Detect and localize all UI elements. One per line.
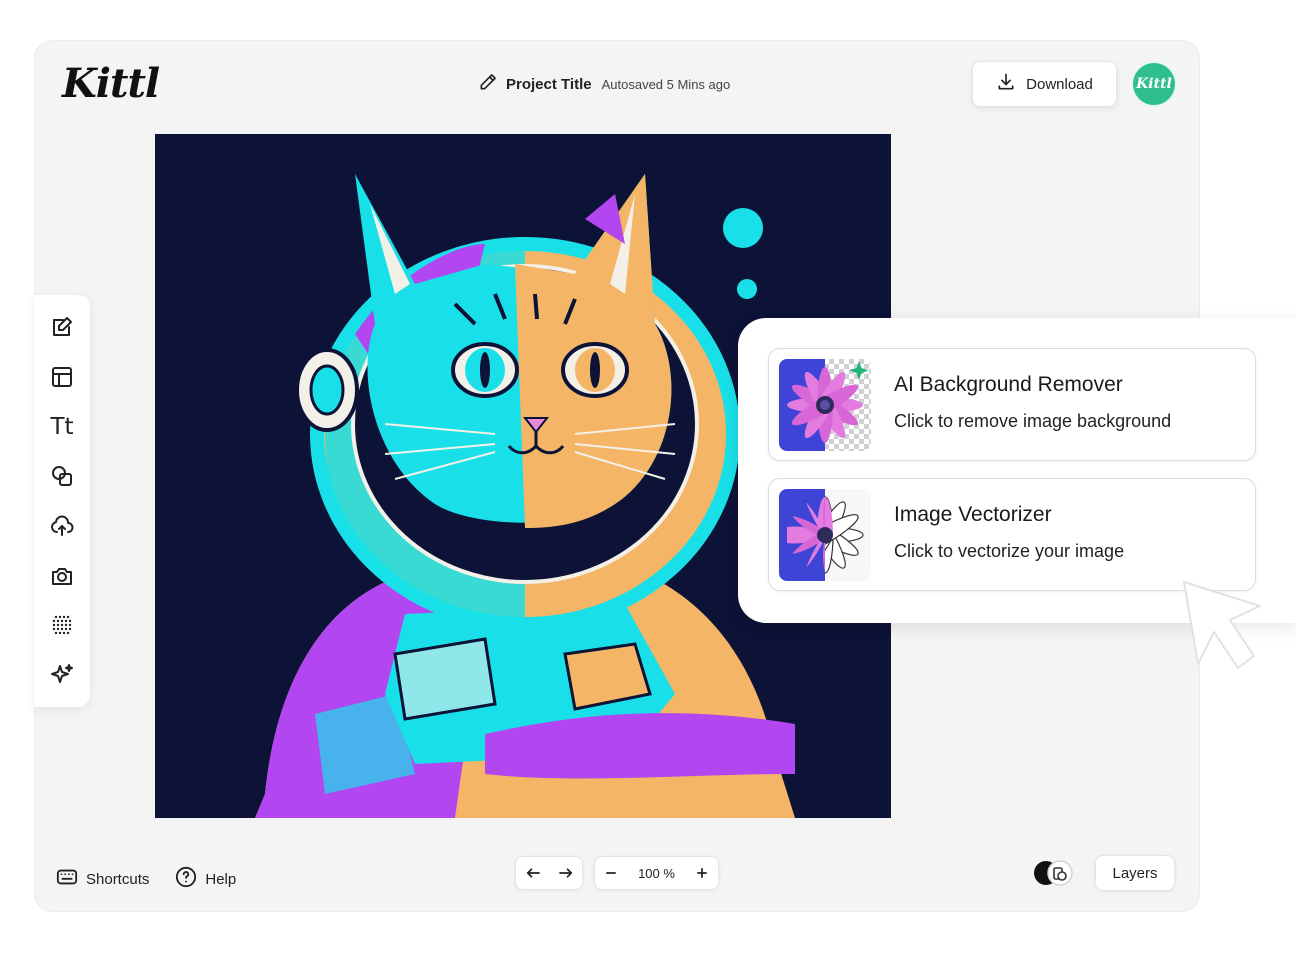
footer-left: Shortcuts Help xyxy=(56,866,236,892)
layers-button[interactable]: Layers xyxy=(1095,855,1175,891)
minus-icon xyxy=(605,872,616,874)
mouse-pointer-icon xyxy=(1183,581,1261,669)
project-title[interactable]: Project Title xyxy=(506,76,592,93)
plus-icon xyxy=(697,868,708,878)
shortcuts-label: Shortcuts xyxy=(86,870,150,888)
left-toolbar xyxy=(34,295,90,707)
undo-icon xyxy=(526,868,540,878)
templates-icon[interactable] xyxy=(48,363,76,391)
redo-icon xyxy=(558,868,572,878)
text-icon[interactable]: Tt xyxy=(48,413,76,441)
undo-button[interactable] xyxy=(519,859,547,887)
redo-button[interactable] xyxy=(552,859,580,887)
edit-icon[interactable] xyxy=(48,313,76,341)
pencil-icon[interactable] xyxy=(478,72,498,97)
zoom-controls: 100 % xyxy=(594,856,719,890)
kittl-logo[interactable]: Kittl xyxy=(62,60,160,107)
image-vectorizer-card[interactable]: Image Vectorizer Click to vectorize your… xyxy=(768,478,1256,591)
ai-sparkle-icon[interactable] xyxy=(48,661,76,689)
help-label: Help xyxy=(205,870,237,888)
card-title: AI Background Remover xyxy=(894,373,1123,396)
zoom-in-button[interactable] xyxy=(688,859,716,887)
pattern-icon[interactable] xyxy=(48,611,76,639)
dark-mode-icon xyxy=(1034,860,1073,886)
theme-toggle[interactable] xyxy=(1032,858,1076,888)
download-icon xyxy=(996,72,1016,96)
download-label: Download xyxy=(1026,75,1093,93)
shapes-icon[interactable] xyxy=(48,462,76,490)
avatar[interactable]: Kittl xyxy=(1131,61,1177,107)
card-subtitle: Click to vectorize your image xyxy=(894,541,1125,561)
vectorizer-icon xyxy=(779,489,871,581)
keyboard-icon xyxy=(56,866,78,892)
background-remover-icon xyxy=(779,359,871,451)
card-subtitle: Click to remove image background xyxy=(894,411,1172,431)
project-header: Project Title Autosaved 5 Mins ago xyxy=(478,72,730,96)
help-icon xyxy=(175,866,197,892)
autosave-status: Autosaved 5 Mins ago xyxy=(601,76,731,92)
ai-background-remover-card[interactable]: AI Background Remover Click to remove im… xyxy=(768,348,1256,461)
card-title: Image Vectorizer xyxy=(894,503,1052,526)
download-button[interactable]: Download xyxy=(972,61,1117,107)
help-button[interactable]: Help xyxy=(175,866,236,892)
upload-icon[interactable] xyxy=(48,512,76,540)
zoom-level[interactable]: 100 % xyxy=(625,866,688,881)
history-controls xyxy=(515,856,583,890)
shortcuts-button[interactable]: Shortcuts xyxy=(56,866,149,892)
zoom-out-button[interactable] xyxy=(597,859,625,887)
camera-icon[interactable] xyxy=(48,562,76,590)
